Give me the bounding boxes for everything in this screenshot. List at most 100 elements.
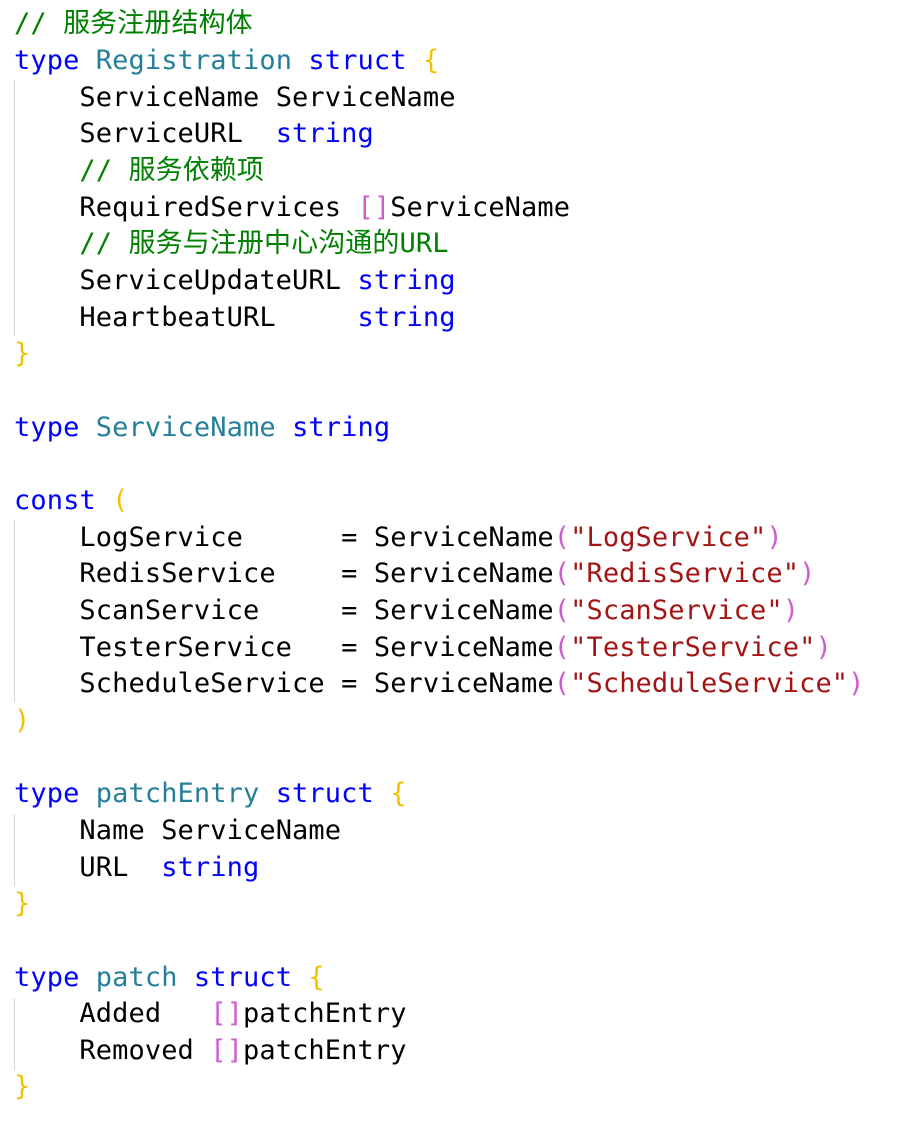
paren: ( xyxy=(553,522,571,553)
paren: ) xyxy=(815,632,832,663)
field-type: ServiceName xyxy=(390,192,571,223)
brace: { xyxy=(422,45,440,76)
code-line: HeartbeatURL string xyxy=(14,300,456,336)
code-line: Name ServiceName xyxy=(14,813,341,849)
const-name: ScanService xyxy=(79,595,260,626)
const-name: RedisService xyxy=(79,558,276,589)
code-editor[interactable]: // 服务注册结构体 type Registration struct { Se… xyxy=(0,0,918,1142)
comment: // 服务依赖项 xyxy=(79,155,264,186)
field-name: ServiceUpdateURL xyxy=(79,265,342,296)
code-line: // 服务依赖项 xyxy=(14,153,264,189)
operator: = xyxy=(341,668,358,699)
slice-brackets: [] xyxy=(357,192,391,223)
operator: = xyxy=(341,558,358,589)
operator: = xyxy=(341,522,358,553)
type-name: patch xyxy=(95,962,178,993)
paren: ( xyxy=(553,668,571,699)
field-name: Removed xyxy=(79,1035,194,1066)
const-ctor: ServiceName xyxy=(373,558,554,589)
paren: ) xyxy=(14,705,31,736)
const-name: LogService xyxy=(79,522,243,553)
code-line: type Registration struct { xyxy=(14,43,439,79)
field-type: string xyxy=(275,118,374,149)
code-line: ) xyxy=(14,703,30,739)
paren: ) xyxy=(766,522,783,553)
slice-brackets: [] xyxy=(210,998,243,1029)
string-literal: "RedisService" xyxy=(570,558,800,589)
code-line: } xyxy=(14,886,30,922)
brace: { xyxy=(308,962,325,993)
field-type: ServiceName xyxy=(161,815,342,846)
type-name: Registration xyxy=(95,45,293,76)
code-line: Added []patchEntry xyxy=(14,996,407,1032)
code-line: Removed []patchEntry xyxy=(14,1033,407,1069)
code-line: ServiceName ServiceName xyxy=(14,80,456,116)
code-line: } xyxy=(14,1069,30,1105)
operator: = xyxy=(341,632,358,663)
code-line: LogService = ServiceName("LogService") xyxy=(14,520,783,556)
field-name: HeartbeatURL xyxy=(79,302,276,333)
const-ctor: ServiceName xyxy=(373,522,554,553)
code-line: TesterService = ServiceName("TesterServi… xyxy=(14,630,832,666)
operator: = xyxy=(341,595,358,626)
field-name: URL xyxy=(79,852,129,883)
code-line: ScheduleService = ServiceName("ScheduleS… xyxy=(14,666,865,702)
keyword: struct xyxy=(193,962,293,993)
code-line: URL string xyxy=(14,850,259,886)
comment: // 服务注册结构体 xyxy=(14,8,253,39)
field-name: ServiceName xyxy=(79,82,260,113)
keyword: struct xyxy=(275,778,374,809)
const-name: ScheduleService xyxy=(79,668,325,699)
keyword: type xyxy=(14,962,80,993)
field-name: ServiceURL xyxy=(79,118,243,149)
keyword: type xyxy=(14,778,80,809)
code-line: type patchEntry struct { xyxy=(14,776,407,812)
code-line: type ServiceName string xyxy=(14,410,390,446)
code-line: const ( xyxy=(14,483,129,519)
string-literal: "LogService" xyxy=(570,522,767,553)
code-line: // 服务注册结构体 xyxy=(14,6,253,42)
paren: ( xyxy=(553,632,571,663)
paren: ( xyxy=(553,558,571,589)
code-line: } xyxy=(14,336,30,372)
field-name: Name xyxy=(79,815,145,846)
string-literal: "ScheduleService" xyxy=(570,668,849,699)
brace: } xyxy=(14,888,31,919)
paren: ( xyxy=(553,595,571,626)
keyword: struct xyxy=(308,45,407,76)
field-type: string xyxy=(161,852,260,883)
paren: ) xyxy=(799,558,816,589)
keyword: const xyxy=(14,485,96,516)
slice-brackets: [] xyxy=(210,1035,243,1066)
code-line: RedisService = ServiceName("RedisService… xyxy=(14,556,815,592)
const-ctor: ServiceName xyxy=(373,632,554,663)
field-name: Added xyxy=(79,998,162,1029)
type-name: ServiceName xyxy=(95,412,276,443)
paren: ) xyxy=(782,595,800,626)
keyword: string xyxy=(292,412,391,443)
const-name: TesterService xyxy=(79,632,293,663)
string-literal: "TesterService" xyxy=(570,632,816,663)
keyword: type xyxy=(14,45,80,76)
brace: } xyxy=(14,338,31,369)
code-line: RequiredServices []ServiceName xyxy=(14,190,570,226)
code-line: ScanService = ServiceName("ScanService") xyxy=(14,593,799,629)
field-type: string xyxy=(357,302,456,333)
code-line: ServiceUpdateURL string xyxy=(14,263,456,299)
code-line: // 服务与注册中心沟通的URL xyxy=(14,226,449,262)
comment: // 服务与注册中心沟通的URL xyxy=(79,228,449,259)
field-type: string xyxy=(357,265,456,296)
field-type: patchEntry xyxy=(243,998,407,1029)
field-type: ServiceName xyxy=(275,82,456,113)
code-line: ServiceURL string xyxy=(14,116,374,152)
code-line: type patch struct { xyxy=(14,960,325,996)
paren: ) xyxy=(848,668,865,699)
keyword: type xyxy=(14,412,80,443)
brace: } xyxy=(14,1071,31,1102)
field-name: RequiredServices xyxy=(79,192,342,223)
const-ctor: ServiceName xyxy=(373,668,554,699)
type-name: patchEntry xyxy=(95,778,260,809)
field-type: patchEntry xyxy=(243,1035,407,1066)
brace: { xyxy=(390,778,407,809)
paren: ( xyxy=(112,485,129,516)
